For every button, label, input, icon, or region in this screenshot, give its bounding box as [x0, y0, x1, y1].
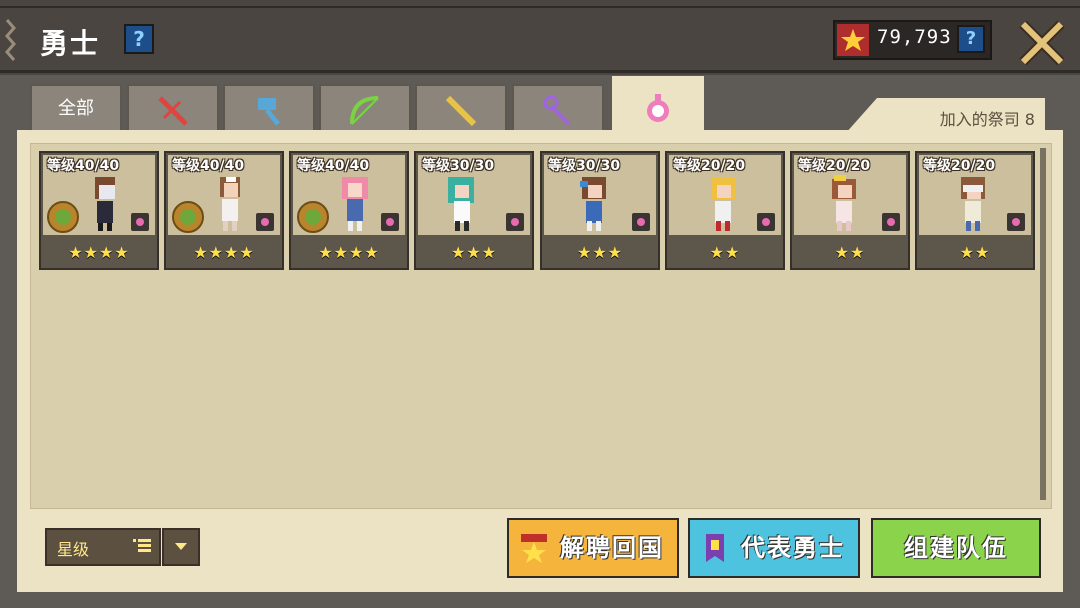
- page-title: 勇士: [40, 27, 101, 60]
- medal-icon: [837, 24, 869, 56]
- tab-warrior[interactable]: [127, 84, 219, 132]
- tree-badge-icon: [47, 201, 79, 233]
- hero-level: 等级20/20: [798, 158, 871, 174]
- hero-sprite-icon: [580, 177, 606, 231]
- hero-card[interactable]: 等级20/20 ★★: [665, 151, 785, 270]
- staff-icon: [543, 95, 571, 126]
- hero-card[interactable]: 等级40/40 ★★★★: [164, 151, 284, 270]
- priest-class-icon: [1007, 213, 1025, 231]
- tab-archer[interactable]: [319, 84, 411, 132]
- priest-class-icon: [506, 213, 524, 231]
- decor-chain-icon: [5, 19, 16, 61]
- chevron-down-icon: [175, 543, 187, 550]
- priest-class-icon: [256, 213, 274, 231]
- sort-dropdown[interactable]: [162, 528, 200, 566]
- tab-hunter[interactable]: [415, 84, 507, 132]
- hero-stars: ★★★★: [68, 243, 130, 262]
- sort-button[interactable]: 星级: [45, 528, 161, 566]
- tree-badge-icon: [172, 201, 204, 233]
- hero-sprite-icon: [832, 175, 856, 231]
- build-team-label: 组建队伍: [904, 534, 1008, 562]
- currency-value: 79,793: [877, 26, 952, 48]
- hero-stars: ★★★★: [318, 243, 380, 262]
- hero-card[interactable]: 等级20/20 ★★: [790, 151, 910, 270]
- dismiss-label: 解聘回国: [560, 534, 664, 562]
- tab-all[interactable]: 全部: [30, 84, 122, 132]
- priest-class-icon: [632, 213, 650, 231]
- tab-wizard[interactable]: [512, 84, 604, 132]
- question-icon: ?: [965, 28, 977, 49]
- hero-sprite-icon: [95, 177, 115, 231]
- medal-icon: [521, 534, 547, 563]
- hero-sprite-icon: [961, 177, 985, 231]
- hero-sprite-icon: [448, 177, 474, 231]
- priest-icon: [647, 94, 669, 122]
- hero-card[interactable]: 等级30/30 ★★★: [414, 151, 534, 270]
- hero-level: 等级40/40: [172, 158, 245, 174]
- hero-level: 等级30/30: [422, 158, 495, 174]
- tab-priest[interactable]: [612, 76, 704, 134]
- priest-class-icon: [381, 213, 399, 231]
- hero-sprite-icon: [711, 177, 735, 231]
- hero-level: 等级30/30: [548, 158, 621, 174]
- scrollbar[interactable]: [1040, 148, 1046, 500]
- banner-icon: [706, 534, 724, 562]
- hero-stars: ★★: [834, 243, 866, 262]
- sort-label: 星级: [57, 540, 90, 559]
- hero-stars: ★★★★: [193, 243, 255, 262]
- close-icon[interactable]: [1017, 20, 1067, 66]
- dismiss-button[interactable]: 解聘回国: [507, 518, 679, 578]
- help-button[interactable]: ?: [124, 24, 154, 54]
- hero-stars: ★★: [959, 243, 991, 262]
- rifle-icon: [445, 95, 477, 127]
- hero-stars: ★★★: [450, 243, 498, 262]
- sword-icon: [158, 96, 188, 126]
- hero-stars: ★★★: [576, 243, 624, 262]
- hero-level: 等级20/20: [923, 158, 996, 174]
- hero-card[interactable]: 等级40/40 ★★★★: [289, 151, 409, 270]
- hero-card[interactable]: 等级20/20 ★★: [915, 151, 1035, 270]
- build-team-button[interactable]: 组建队伍: [871, 518, 1041, 578]
- priest-class-icon: [882, 213, 900, 231]
- currency-display: 79,793 ?: [833, 20, 992, 60]
- currency-help-button[interactable]: ?: [957, 25, 985, 53]
- representative-label: 代表勇士: [741, 534, 845, 562]
- bow-icon: [350, 96, 379, 125]
- tree-badge-icon: [297, 201, 329, 233]
- priest-class-icon: [131, 213, 149, 231]
- list-icon: [133, 539, 151, 552]
- header-bar: 勇士 ? 79,793 ?: [0, 6, 1080, 73]
- tab-label: 全部: [58, 98, 94, 119]
- hero-card[interactable]: 等级40/40 ★★★★: [39, 151, 159, 270]
- tab-knight[interactable]: [223, 84, 315, 132]
- hero-level: 等级40/40: [47, 158, 120, 174]
- question-icon: ?: [133, 27, 145, 51]
- hero-level: 等级40/40: [297, 158, 370, 174]
- hero-level: 等级20/20: [673, 158, 746, 174]
- priest-class-icon: [757, 213, 775, 231]
- hammer-icon: [258, 98, 280, 126]
- hero-sprite-icon: [342, 177, 368, 231]
- representative-button[interactable]: 代表勇士: [688, 518, 860, 578]
- hero-sprite-icon: [220, 177, 240, 231]
- roster-count-label: 加入的祭司 8: [939, 110, 1035, 129]
- hero-card[interactable]: 等级30/30 ★★★: [540, 151, 660, 270]
- hero-stars: ★★: [709, 243, 741, 262]
